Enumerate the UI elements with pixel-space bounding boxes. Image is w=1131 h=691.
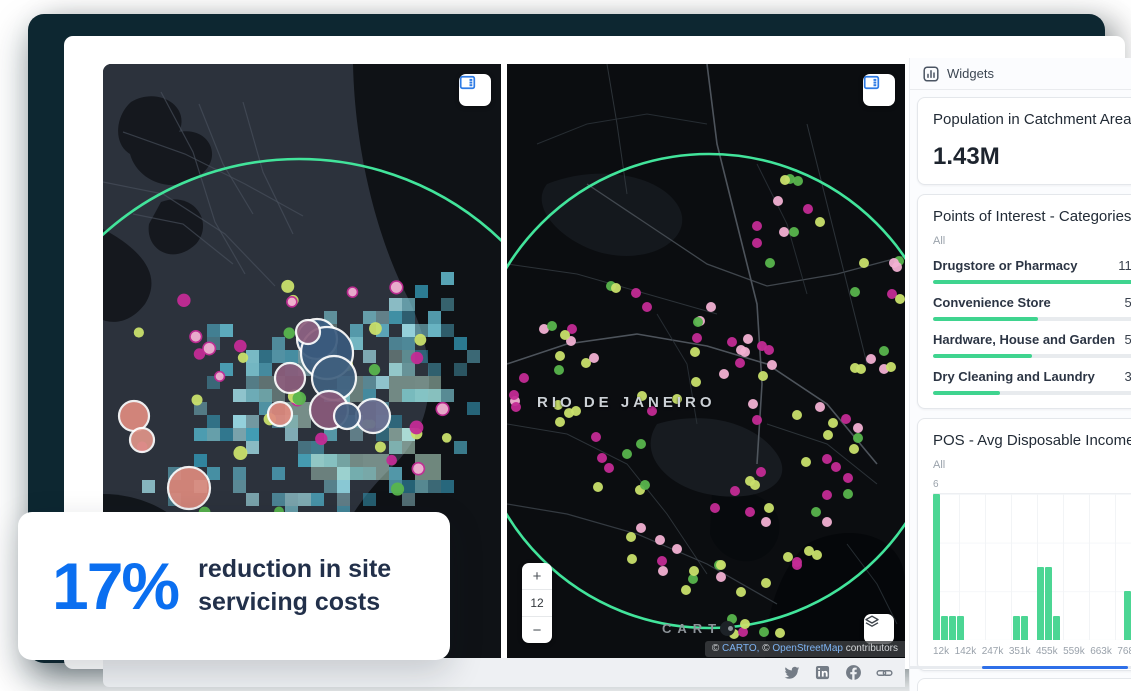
copy-link-button[interactable] — [876, 664, 893, 681]
copyright-symbol: © — [712, 643, 719, 654]
split-view-button-left[interactable] — [459, 74, 491, 106]
histogram-bar[interactable] — [933, 494, 940, 640]
attribution-suffix: contributors — [846, 643, 898, 654]
widgets-icon — [923, 66, 939, 82]
income-widget-card: POS - Avg Disposable Income All 6 12k 142… — [917, 418, 1131, 671]
layers-icon — [864, 614, 880, 630]
split-view-icon — [863, 74, 880, 91]
population-widget-card: Population in Catchment Areas 1.43M — [917, 97, 1131, 185]
poi-row[interactable]: Convenience Store 59 — [933, 295, 1131, 321]
histogram-bar[interactable] — [1053, 616, 1060, 640]
histogram-bar[interactable] — [941, 616, 948, 640]
income-filter-label: All — [933, 459, 1131, 471]
poi-progress-track — [933, 280, 1131, 284]
basemap-layers-button[interactable] — [864, 614, 894, 644]
poi-category-value: 56 — [1125, 332, 1131, 347]
population-value: 1.43M — [933, 143, 1131, 171]
histogram-plot-area[interactable] — [933, 493, 1131, 640]
histogram-bar[interactable] — [1045, 567, 1052, 640]
poi-category-label: Dry Cleaning and Laundry — [933, 369, 1095, 384]
carto-watermark: CART — [662, 621, 735, 636]
x-tick-label: 768k — [1117, 646, 1131, 657]
histogram-bars[interactable] — [933, 494, 1131, 640]
osm-attribution-link[interactable]: OpenStreetMap — [772, 643, 843, 654]
poi-row[interactable]: Dry Cleaning and Laundry 38 — [933, 369, 1131, 395]
x-tick-label: 351k — [1009, 646, 1031, 657]
city-label: RIO DE JANEIRO — [537, 394, 716, 411]
twitter-share-button[interactable] — [783, 664, 800, 681]
histogram-bar[interactable] — [1037, 567, 1044, 640]
x-tick-label: 559k — [1063, 646, 1085, 657]
share-bar — [103, 658, 905, 687]
poi-row[interactable]: Hardware, House and Garden 56 — [933, 332, 1131, 358]
zoom-level: 12 — [522, 589, 552, 616]
carto-watermark-text: CART — [662, 621, 722, 636]
income-histogram: 6 12k 142k 247k 351k 455k 559k 663k 768k — [933, 479, 1131, 657]
link-icon — [876, 664, 893, 682]
zoom-in-button[interactable]: + — [522, 563, 552, 589]
x-tick-label: 12k — [933, 646, 949, 657]
zoom-out-button[interactable]: − — [522, 616, 552, 643]
histogram-bar[interactable] — [1013, 616, 1020, 640]
sidebar-scrollbar[interactable] — [910, 666, 1131, 669]
facebook-icon — [845, 664, 862, 681]
next-widget-card-partial — [917, 678, 1131, 691]
stat-description-line1: reduction in site — [198, 553, 391, 586]
poi-progress-track — [933, 317, 1131, 321]
poi-progress-fill — [933, 317, 1038, 321]
widget-cards: Population in Catchment Areas 1.43M Poin… — [910, 90, 1131, 671]
stat-value: 17% — [52, 553, 178, 619]
carto-watermark-dot-icon — [720, 621, 735, 636]
widgets-header: Widgets — [910, 58, 1131, 90]
poi-progress-track — [933, 354, 1131, 358]
poi-category-label: Convenience Store — [933, 295, 1051, 310]
poi-progress-fill — [933, 391, 1000, 395]
population-widget-title: Population in Catchment Areas — [933, 111, 1131, 128]
map-canvas-right[interactable] — [507, 64, 905, 658]
income-widget-title: POS - Avg Disposable Income — [933, 432, 1131, 449]
poi-filter-label: All — [933, 235, 1131, 247]
split-view-button-right[interactable] — [863, 74, 895, 106]
x-tick-label: 455k — [1036, 646, 1058, 657]
histogram-bar[interactable] — [949, 616, 956, 640]
poi-category-value: 38 — [1125, 369, 1131, 384]
twitter-icon — [784, 665, 800, 681]
x-axis-tick-labels: 12k 142k 247k 351k 455k 559k 663k 768k — [933, 646, 1131, 657]
poi-row[interactable]: Drugstore or Pharmacy 116 — [933, 258, 1131, 284]
stat-description-line2: servicing costs — [198, 586, 391, 619]
copyright-symbol: © — [762, 643, 769, 654]
linkedin-share-button[interactable] — [814, 664, 831, 681]
y-axis-max-label: 6 — [933, 479, 1131, 490]
poi-progress-fill — [933, 280, 1131, 284]
poi-category-value: 59 — [1125, 295, 1131, 310]
histogram-bar[interactable] — [1021, 616, 1028, 640]
widgets-title: Widgets — [947, 66, 994, 81]
stat-description: reduction in site servicing costs — [198, 553, 391, 619]
x-tick-label: 663k — [1090, 646, 1112, 657]
split-view-icon — [459, 74, 476, 91]
carto-attribution-link[interactable]: CARTO, — [722, 643, 759, 654]
x-tick-label: 247k — [982, 646, 1004, 657]
widgets-sidebar: Widgets Population in Catchment Areas 1.… — [909, 58, 1131, 691]
poi-progress-fill — [933, 354, 1032, 358]
sidebar-scrollbar-thumb[interactable] — [982, 666, 1128, 669]
linkedin-icon — [815, 665, 830, 680]
map-right-rio[interactable]: RIO DE JANEIRO + 12 − — [507, 64, 905, 658]
zoom-control[interactable]: + 12 − — [522, 563, 552, 643]
histogram-bar[interactable] — [1124, 591, 1131, 640]
map-attribution: © CARTO, © OpenStreetMap contributors — [705, 641, 905, 657]
poi-progress-track — [933, 391, 1131, 395]
poi-widget-title: Points of Interest - Categories — [933, 208, 1131, 225]
poi-category-label: Hardware, House and Garden — [933, 332, 1115, 347]
poi-widget-card: Points of Interest - Categories All Drug… — [917, 194, 1131, 409]
poi-category-label: Drugstore or Pharmacy — [933, 258, 1078, 273]
x-tick-label: 142k — [955, 646, 977, 657]
histogram-bar[interactable] — [957, 616, 964, 640]
poi-category-value: 116 — [1118, 258, 1131, 273]
facebook-share-button[interactable] — [845, 664, 862, 681]
stat-callout-card: 17% reduction in site servicing costs — [18, 512, 450, 660]
